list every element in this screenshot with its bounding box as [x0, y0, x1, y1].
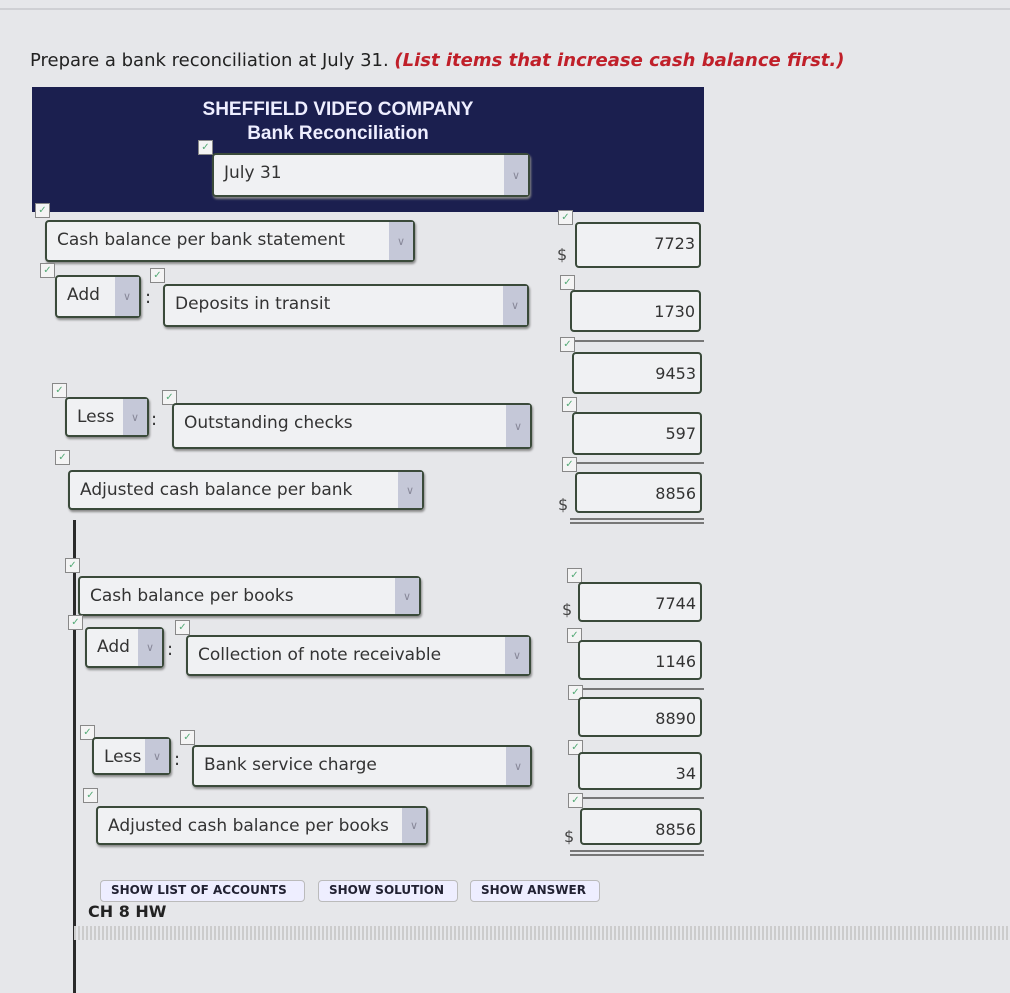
underline	[570, 340, 704, 342]
chevron-down-icon: ∨	[389, 222, 413, 260]
amount-input[interactable]: 8856	[575, 472, 702, 513]
operator-select[interactable]: Add ∨	[85, 627, 164, 668]
underline	[570, 688, 704, 690]
check-icon: ✓	[180, 730, 195, 745]
colon: :	[145, 287, 152, 308]
amount-input[interactable]: 597	[572, 412, 702, 455]
currency-symbol: $	[564, 827, 575, 846]
amount-input[interactable]: 1146	[578, 640, 702, 680]
check-icon: ✓	[175, 620, 190, 635]
operator-value: Add	[97, 637, 130, 657]
account-value: Cash balance per bank statement	[57, 230, 346, 250]
check-icon: ✓	[560, 337, 575, 352]
check-icon: ✓	[83, 788, 98, 803]
check-icon: ✓	[198, 140, 213, 155]
operator-select[interactable]: Less ∨	[92, 737, 171, 775]
check-icon: ✓	[558, 210, 573, 225]
chevron-down-icon: ∨	[506, 747, 530, 785]
check-icon: ✓	[35, 203, 50, 218]
operator-value: Less	[77, 407, 115, 427]
check-icon: ✓	[568, 793, 583, 808]
chevron-down-icon: ∨	[123, 399, 147, 435]
account-value: Collection of note receivable	[198, 645, 442, 665]
check-icon: ✓	[567, 568, 582, 583]
account-value: Outstanding checks	[184, 413, 353, 433]
colon: :	[151, 409, 158, 430]
check-icon: ✓	[562, 397, 577, 412]
amount-input[interactable]: 9453	[572, 352, 702, 394]
underline	[570, 797, 704, 799]
double-underline	[570, 522, 704, 524]
double-underline	[570, 518, 704, 520]
section-label: CH 8 HW	[88, 902, 167, 921]
date-select[interactable]: July 31 ∨	[212, 153, 530, 197]
chevron-down-icon: ∨	[145, 739, 169, 773]
amount-input[interactable]: 34	[578, 752, 702, 790]
show-answer-button[interactable]: SHOW ANSWER	[470, 880, 600, 902]
amount-input[interactable]: 7723	[575, 222, 701, 268]
colon: :	[167, 639, 174, 660]
date-value: July 31	[224, 163, 282, 183]
account-select[interactable]: Cash balance per books ∨	[78, 576, 421, 616]
chevron-down-icon: ∨	[505, 637, 529, 674]
chevron-down-icon: ∨	[395, 578, 419, 614]
show-solution-button[interactable]: SHOW SOLUTION	[318, 880, 458, 902]
instruction-text: Prepare a bank reconciliation at July 31…	[30, 50, 395, 71]
currency-symbol: $	[558, 495, 569, 514]
operator-value: Add	[67, 285, 100, 305]
chevron-down-icon: ∨	[138, 629, 162, 666]
currency-symbol: $	[562, 600, 573, 619]
company-name: SHEFFIELD VIDEO COMPANY	[202, 99, 474, 120]
instruction-emphasis: (List items that increase cash balance f…	[394, 50, 845, 71]
account-value: Cash balance per books	[90, 586, 294, 606]
operator-select[interactable]: Add ∨	[55, 275, 141, 318]
check-icon: ✓	[55, 450, 70, 465]
underline	[570, 462, 704, 464]
chevron-down-icon: ∨	[503, 286, 527, 325]
check-icon: ✓	[65, 558, 80, 573]
currency-symbol: $	[557, 245, 568, 264]
operator-value: Less	[104, 747, 142, 767]
chevron-down-icon: ∨	[398, 472, 422, 508]
check-icon: ✓	[68, 615, 83, 630]
account-value: Adjusted cash balance per bank	[80, 480, 353, 500]
account-value: Adjusted cash balance per books	[108, 816, 389, 836]
check-icon: ✓	[150, 268, 165, 283]
check-icon: ✓	[40, 263, 55, 278]
divider	[73, 520, 76, 993]
account-select[interactable]: Adjusted cash balance per books ∨	[96, 806, 428, 845]
amount-input[interactable]: 8890	[578, 697, 702, 737]
show-list-of-accounts-button[interactable]: SHOW LIST OF ACCOUNTS	[100, 880, 305, 902]
account-select[interactable]: Deposits in transit ∨	[163, 284, 529, 327]
account-select[interactable]: Cash balance per bank statement ∨	[45, 220, 415, 262]
chevron-down-icon: ∨	[402, 808, 426, 843]
divider	[0, 8, 1010, 10]
amount-input[interactable]: 8856	[580, 808, 702, 845]
report-title: Bank Reconciliation	[247, 123, 429, 144]
instructions: Prepare a bank reconciliation at July 31…	[30, 50, 844, 71]
account-select[interactable]: Collection of note receivable ∨	[186, 635, 531, 676]
account-select[interactable]: Bank service charge ∨	[192, 745, 532, 787]
account-value: Deposits in transit	[175, 294, 331, 314]
operator-select[interactable]: Less ∨	[65, 397, 149, 437]
double-underline	[570, 850, 704, 852]
account-select[interactable]: Adjusted cash balance per bank ∨	[68, 470, 424, 510]
chevron-down-icon: ∨	[504, 155, 528, 195]
check-icon: ✓	[52, 383, 67, 398]
account-select[interactable]: Outstanding checks ∨	[172, 403, 532, 449]
account-value: Bank service charge	[204, 755, 377, 775]
check-icon: ✓	[562, 457, 577, 472]
double-underline	[570, 854, 704, 856]
colon: :	[174, 749, 181, 770]
chevron-down-icon: ∨	[115, 277, 139, 316]
divider	[74, 926, 1010, 940]
amount-input[interactable]: 1730	[570, 290, 701, 332]
amount-input[interactable]: 7744	[578, 582, 702, 622]
check-icon: ✓	[560, 275, 575, 290]
chevron-down-icon: ∨	[506, 405, 530, 447]
